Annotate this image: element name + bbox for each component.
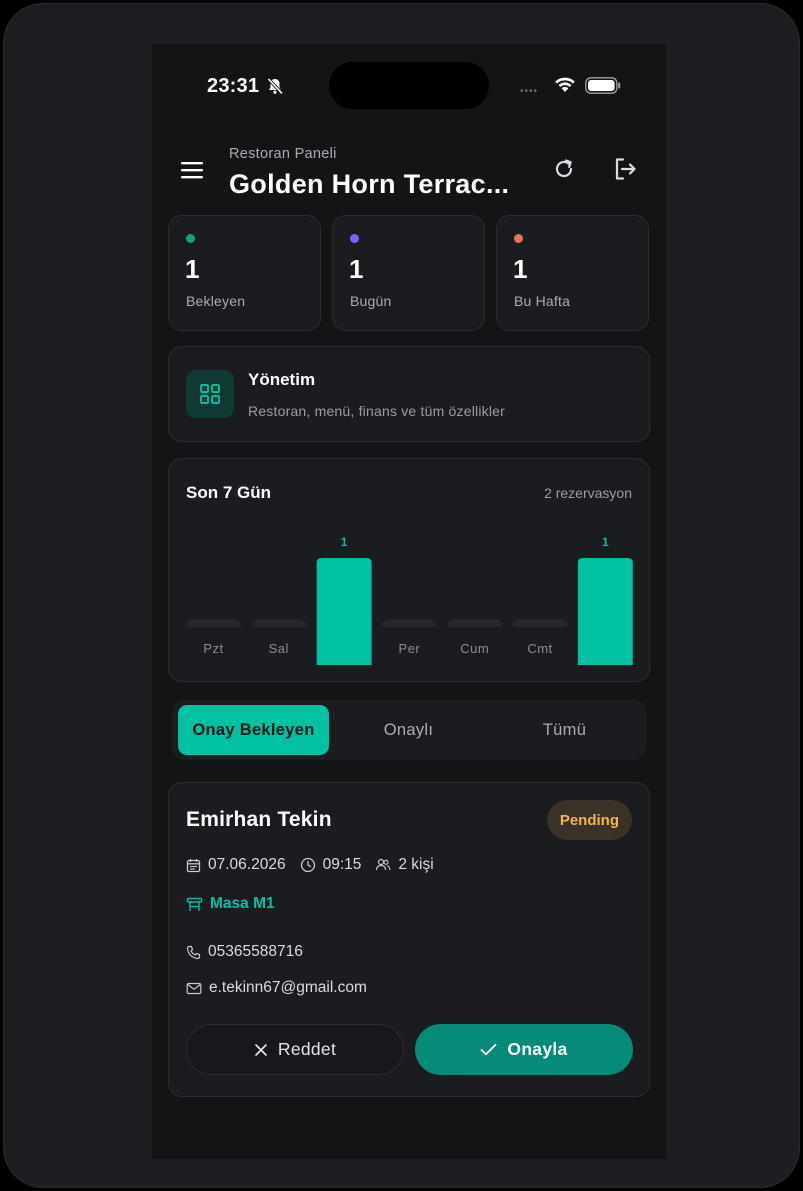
reservation-details: 07.06.2026 09:15 2 kişi xyxy=(186,856,434,874)
people-icon xyxy=(376,858,391,871)
table-assignment: Masa M1 xyxy=(186,895,275,913)
chart-bar-Sal xyxy=(251,619,307,627)
management-card[interactable]: Yönetim Restoran, menü, finans ve tüm öz… xyxy=(168,346,650,442)
phone-number[interactable]: 05365588716 xyxy=(208,943,303,961)
management-icon-box xyxy=(186,370,234,418)
chart-day-label: Cmt xyxy=(527,641,552,656)
stat-card-this-week[interactable]: 1 Bu Hafta xyxy=(496,215,649,331)
stat-label: Bekleyen xyxy=(186,293,246,309)
approve-button-label: Onayla xyxy=(507,1039,568,1059)
stat-card-today[interactable]: 1 Bugün xyxy=(332,215,485,331)
reject-button[interactable]: Reddet xyxy=(186,1024,404,1075)
email-address[interactable]: e.tekinn67@gmail.com xyxy=(209,979,367,997)
status-dot xyxy=(186,234,195,243)
reservation-filter-tabs: Onay Bekleyen Onaylı Tümü xyxy=(172,700,646,760)
device-frame: 23:31 •••• Restoran Paneli Golden Horn T… xyxy=(3,3,800,1188)
calendar-icon xyxy=(186,858,201,872)
management-description: Restoran, menü, finans ve tüm özellikler xyxy=(248,403,505,419)
tab-pending[interactable]: Onay Bekleyen xyxy=(178,705,329,755)
stat-value: 1 xyxy=(349,254,364,284)
stat-label: Bugün xyxy=(350,293,392,309)
status-time: 23:31 xyxy=(207,75,260,97)
stat-label: Bu Hafta xyxy=(514,293,571,309)
guest-name: Emirhan Tekin xyxy=(186,808,332,831)
table-label: Masa M1 xyxy=(210,895,275,912)
chart-bar-Cmt xyxy=(512,619,568,627)
logout-icon[interactable] xyxy=(612,156,638,182)
chart-bar-Paz xyxy=(577,558,633,665)
panel-subtitle: Restoran Paneli xyxy=(229,146,337,162)
phone-row: 05365588716 xyxy=(186,943,303,961)
wifi-icon xyxy=(555,77,575,92)
chart-day-label: Sal xyxy=(269,641,289,656)
bell-slash-icon xyxy=(267,77,284,95)
chart-value-label: 1 xyxy=(602,535,609,549)
mail-icon xyxy=(186,982,202,994)
tab-all[interactable]: Tümü xyxy=(489,705,640,755)
battery-icon xyxy=(585,77,621,94)
chart-day-label: Cum xyxy=(460,641,489,656)
check-icon xyxy=(481,1043,497,1056)
chart-bar-Pzt xyxy=(186,619,241,627)
chart-bar-Çar xyxy=(316,558,372,665)
hamburger-menu-icon[interactable] xyxy=(180,160,206,180)
reservation-card[interactable]: Emirhan Tekin Pending 07.06.2026 09:15 2… xyxy=(168,782,650,1097)
stat-value: 1 xyxy=(513,254,528,284)
chart-bar-Per xyxy=(381,619,437,627)
dynamic-island xyxy=(329,62,489,109)
status-badge: Pending xyxy=(546,800,632,840)
management-title: Yönetim xyxy=(248,370,316,389)
email-row: e.tekinn67@gmail.com xyxy=(186,979,367,997)
status-dot xyxy=(514,234,523,243)
reservation-date: 07.06.2026 xyxy=(208,856,286,873)
stat-card-pending[interactable]: 1 Bekleyen xyxy=(168,215,321,331)
signal-icon: •••• xyxy=(520,86,539,97)
phone-icon xyxy=(186,945,201,959)
weekly-chart-card: Son 7 Gün 2 rezervasyon Pzt Sal 1 Per Cum Cmt… xyxy=(168,458,650,682)
chart-value-label: 1 xyxy=(341,535,348,549)
reject-button-label: Reddet xyxy=(277,1039,337,1059)
chart-day-label: Per xyxy=(399,641,421,656)
restaurant-title: Golden Horn Terrac... xyxy=(229,169,510,199)
approve-button[interactable]: Onayla xyxy=(415,1024,633,1075)
refresh-icon[interactable] xyxy=(552,157,576,181)
close-icon xyxy=(255,1043,267,1056)
table-icon xyxy=(186,897,203,911)
status-dot xyxy=(350,234,359,243)
tab-approved[interactable]: Onaylı xyxy=(333,705,484,755)
chart-day-label: Pzt xyxy=(203,641,223,656)
bar-chart: Pzt Sal 1 Per Cum Cmt 1 xyxy=(186,535,633,665)
chart-bar-Cum xyxy=(447,619,503,627)
reservation-time: 09:15 xyxy=(322,856,362,873)
stat-value: 1 xyxy=(185,254,200,284)
clock-icon xyxy=(300,857,315,873)
guest-count: 2 kişi xyxy=(398,856,434,873)
grid-icon xyxy=(200,384,220,404)
app-screen: 23:31 •••• Restoran Paneli Golden Horn T… xyxy=(152,44,666,1159)
